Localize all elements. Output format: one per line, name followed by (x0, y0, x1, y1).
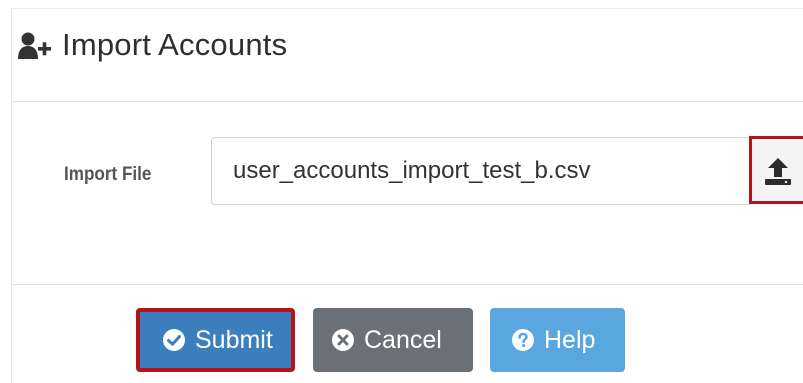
check-circle-icon (163, 329, 185, 351)
upload-button[interactable] (749, 136, 803, 204)
page-title: Import Accounts (62, 27, 288, 62)
panel-body: Import File user_accounts_import_test_b.… (12, 102, 803, 285)
panel-header: Import Accounts (12, 9, 803, 102)
cancel-label: Cancel (364, 325, 442, 354)
import-file-field[interactable]: user_accounts_import_test_b.csv (211, 137, 751, 205)
import-file-label: Import File (64, 164, 152, 185)
help-label: Help (544, 325, 596, 354)
upload-icon (765, 157, 791, 185)
submit-label: Submit (195, 325, 273, 354)
help-button[interactable]: Help (490, 308, 625, 372)
add-user-icon (18, 31, 52, 61)
question-circle-icon (512, 329, 534, 351)
close-circle-icon (332, 329, 354, 351)
submit-button[interactable]: Submit (136, 308, 295, 372)
cancel-button[interactable]: Cancel (313, 308, 473, 372)
import-file-value: user_accounts_import_test_b.csv (233, 157, 591, 184)
